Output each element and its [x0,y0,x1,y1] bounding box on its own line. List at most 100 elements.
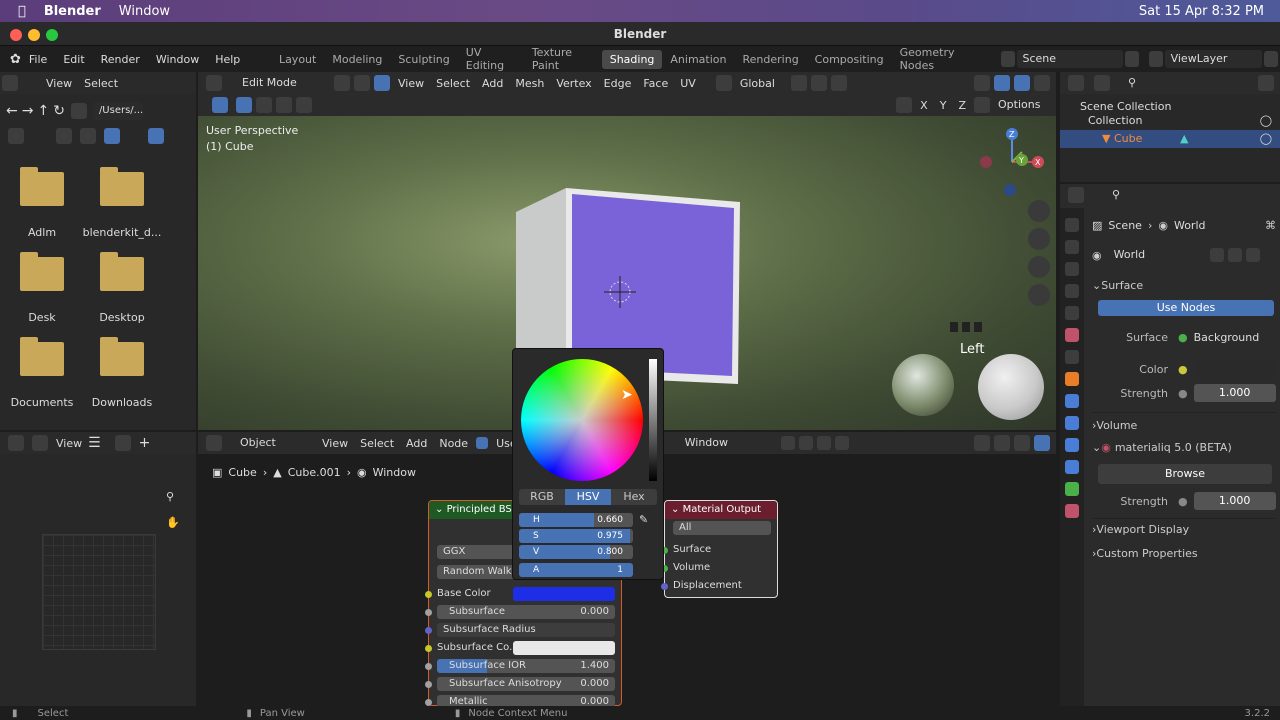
axis-x[interactable]: X [914,97,934,114]
columns-view-icon[interactable] [80,128,96,144]
object-tab-icon[interactable] [1065,372,1079,386]
select-box-icon[interactable] [236,97,252,113]
fake-user-icon[interactable] [780,436,795,450]
axis-y[interactable]: Y [934,97,953,114]
back-arrow-icon[interactable]: ← [6,103,18,119]
snap-icon[interactable] [994,435,1010,451]
tab-animation[interactable]: Animation [662,50,734,69]
fake-user-icon[interactable] [1209,248,1224,262]
value-slider[interactable] [649,359,657,481]
unlink-icon[interactable] [816,436,831,450]
vp-menu-vertex[interactable]: Vertex [550,75,597,92]
menu-edit[interactable]: Edit [55,53,92,66]
tab-modeling[interactable]: Modeling [324,50,390,69]
hand-icon[interactable] [1028,228,1050,250]
transform-orientation-selector[interactable]: Global [734,75,781,92]
matout-node-header[interactable]: ⌄ Material Output [665,501,777,519]
close-window-button[interactable] [10,29,22,41]
overlay-icon[interactable] [1014,75,1030,91]
duplicate-icon[interactable] [798,436,813,450]
surface-shader[interactable]: Background [1194,331,1260,344]
subsurface-color-swatch[interactable] [513,641,615,655]
browse-button[interactable]: Browse [1098,464,1272,484]
folder-item[interactable]: Adlm [2,167,82,239]
new-viewlayer-icon[interactable] [1264,51,1279,67]
cube-row[interactable]: ▼ Cube ▲ ◯ [1060,130,1280,148]
ne-menu-view[interactable]: View [316,435,354,452]
modifier-tab-icon[interactable] [1065,394,1079,408]
filter-icon[interactable] [148,128,164,144]
menu-window[interactable]: Window [148,53,207,66]
pin-icon[interactable]: ⌘ [1265,219,1276,232]
tab-uv-editing[interactable]: UV Editing [458,43,524,75]
tab-shading[interactable]: Shading [601,49,663,69]
vp-menu-face[interactable]: Face [637,75,674,92]
window-menu[interactable]: Window [119,4,170,19]
constraints-tab-icon[interactable] [1065,460,1079,474]
tab-texture-paint[interactable]: Texture Paint [524,43,602,75]
editor-type-icon[interactable] [2,75,18,91]
tab-sculpting[interactable]: Sculpting [390,50,457,69]
folder-item[interactable]: Desktop [82,252,162,324]
alpha-slider[interactable]: A 1 [519,563,633,577]
outliner-search-icon[interactable]: ⚲ [1122,74,1218,92]
pivot-icon[interactable] [790,75,807,91]
blender-logo-icon[interactable]: ✿ [10,52,21,67]
camera-icon[interactable] [1028,256,1050,278]
hex-tab[interactable]: Hex [611,489,657,505]
filter-icon[interactable] [1258,75,1274,91]
apple-icon[interactable]:  [18,4,26,19]
hue-slider[interactable]: H 0.660 [519,513,633,527]
world-node-tree-field[interactable]: Window [678,434,779,452]
maximize-window-button[interactable] [46,29,58,41]
fb-select-menu[interactable]: Select [78,75,124,92]
data-tab-icon[interactable] [1065,482,1079,496]
refresh-icon[interactable]: ↻ [53,103,65,119]
subsurface-radius-dropdown[interactable]: Subsurface Radius [437,623,615,637]
collection-row[interactable]: Collection ◯ [1060,112,1280,130]
hue-wheel[interactable]: ➤ [521,359,643,481]
select-subtract-icon[interactable] [276,97,292,113]
eye-icon[interactable]: ◯ [1260,132,1272,145]
physics-tab-icon[interactable] [1065,438,1079,452]
color-field[interactable] [1193,360,1274,378]
collection-tab-icon[interactable] [1065,350,1079,364]
menu-help[interactable]: Help [207,53,248,66]
world-datablock[interactable]: World [1107,246,1208,264]
output-tab-icon[interactable] [1065,262,1079,276]
rgb-tab[interactable]: RGB [519,489,565,505]
vp-menu-select[interactable]: Select [430,75,476,92]
tab-geometry-nodes[interactable]: Geometry Nodes [892,43,989,75]
subsurface-slider[interactable]: Subsurface 0.000 [437,605,615,619]
image-canvas[interactable] [42,534,156,650]
editor-type-icon[interactable] [8,435,24,451]
proportional-icon[interactable] [830,75,847,91]
duplicate-icon[interactable] [1227,248,1242,262]
viewlayer-selector[interactable]: ViewLayer [1164,50,1263,68]
select-invert-icon[interactable] [296,97,312,113]
xray-icon[interactable] [1034,75,1050,91]
snap-mode-icon[interactable] [1014,435,1030,451]
ne-menu-select[interactable]: Select [354,435,400,452]
face-select-icon[interactable] [374,75,390,91]
ne-menu-add[interactable]: Add [400,435,433,452]
thumbnails-view-icon[interactable] [104,128,120,144]
wrench-icon[interactable] [974,97,990,113]
surface-panel-header[interactable]: ⌄ Surface [1092,274,1276,296]
saturation-slider[interactable]: S 0.975 [519,529,633,543]
pin-icon[interactable] [834,436,849,450]
unlink-icon[interactable] [1245,248,1260,262]
editor-type-icon[interactable] [206,75,222,91]
viewport-display-panel[interactable]: › Viewport Display [1092,518,1276,540]
material-tab-icon[interactable] [1065,504,1079,518]
parent-dir-icon[interactable]: ↑ [37,103,49,119]
new-folder-icon[interactable] [70,103,87,119]
custom-properties-panel[interactable]: › Custom Properties [1092,542,1276,564]
editor-type-icon[interactable] [1068,75,1084,91]
tab-rendering[interactable]: Rendering [735,50,807,69]
app-name-menu[interactable]: Blender [44,4,101,19]
select-tool-icon[interactable] [212,97,228,113]
folder-item[interactable]: Downloads [82,337,162,409]
hand-icon[interactable]: ✋ [166,516,180,529]
select-extend-icon[interactable] [256,97,272,113]
